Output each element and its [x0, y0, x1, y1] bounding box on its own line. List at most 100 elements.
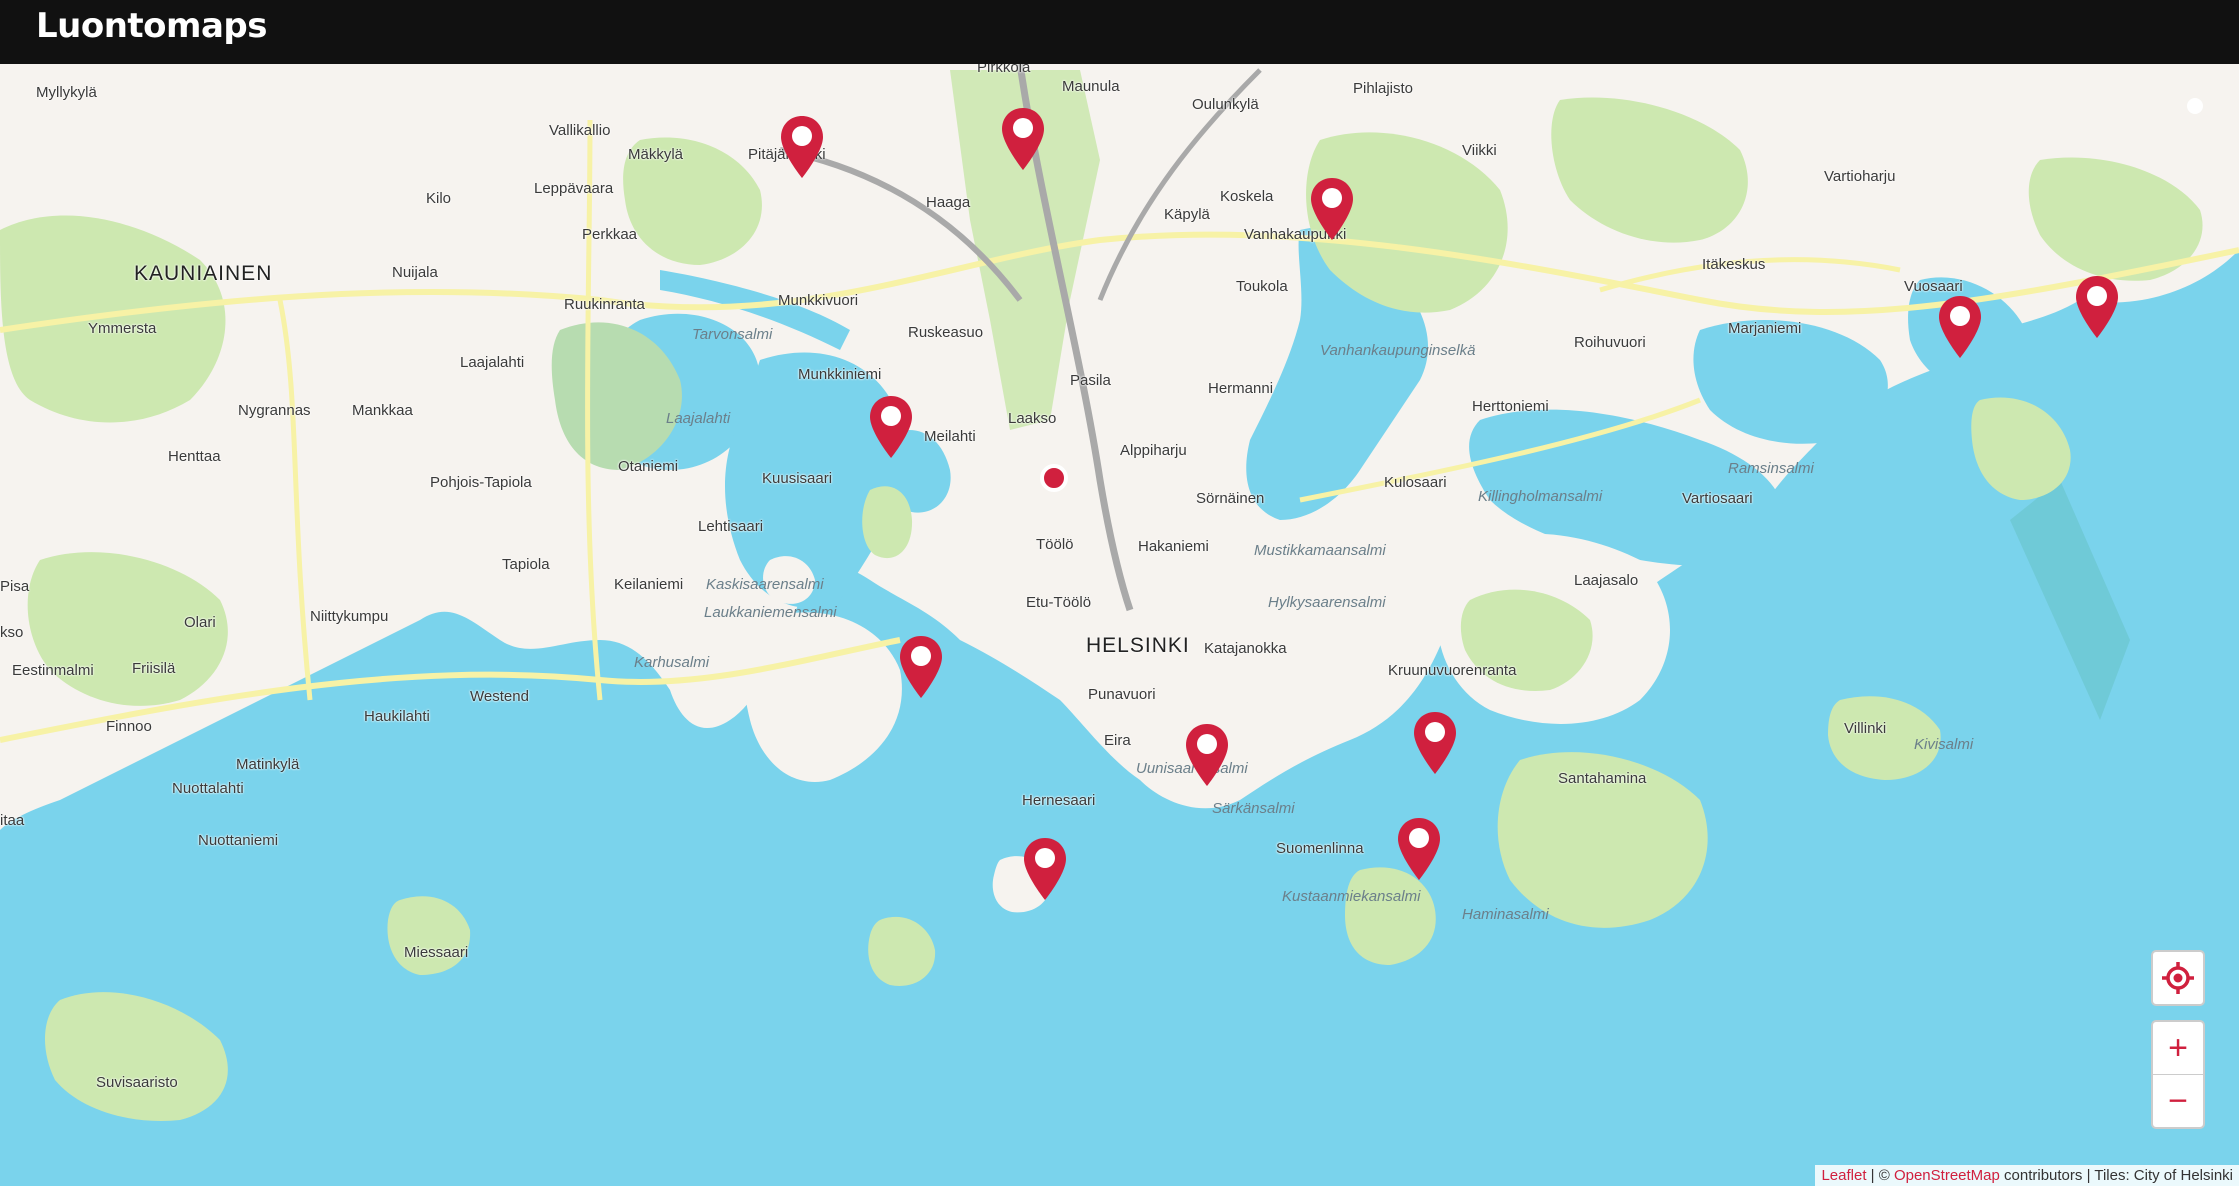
locate-button[interactable] [2153, 952, 2203, 1004]
label-haukilahti: Haukilahti [364, 708, 430, 725]
current-location-dot[interactable] [1040, 464, 1068, 492]
label-keilaniemi: Keilaniemi [614, 576, 684, 593]
label-laajalahti-district: Laajalahti [460, 354, 525, 371]
island-suomenlinna [1345, 867, 1436, 965]
label-tapiola: Tapiola [502, 556, 550, 573]
label-pasila: Pasila [1070, 372, 1111, 389]
label-makkyla: Mäkkylä [628, 146, 684, 163]
attribution-text: contributors | Tiles: City of Helsinki [1999, 1167, 2233, 1184]
crosshair-icon [2162, 962, 2194, 994]
map-marker-pin[interactable] [2074, 274, 2120, 340]
map-attribution: Leaflet | © OpenStreetMap contributors |… [1815, 1165, 2239, 1186]
label-roihuvuori: Roihuvuori [1574, 334, 1646, 351]
label-hermanni: Hermanni [1208, 380, 1274, 397]
label-vuosaari: Vuosaari [1904, 278, 1963, 295]
osm-link[interactable]: OpenStreetMap [1894, 1167, 2000, 1184]
label-friisila: Friisilä [132, 660, 176, 677]
label-toukola: Toukola [1236, 278, 1288, 295]
label-koskela: Koskela [1220, 188, 1274, 205]
label-vanhankaupunginselka: Vanhankaupunginselkä [1320, 342, 1476, 359]
island-south [868, 916, 936, 986]
label-katajanokka: Katajanokka [1204, 640, 1287, 657]
zoom-out-button[interactable]: − [2153, 1074, 2203, 1127]
label-ruskeasuo: Ruskeasuo [908, 324, 984, 341]
leaflet-link[interactable]: Leaflet [1821, 1167, 1866, 1184]
label-pirkkola: Pirkkola [977, 64, 1031, 76]
zoom-in-button[interactable]: + [2153, 1022, 2203, 1074]
label-nuottalahti: Nuottalahti [172, 780, 244, 797]
map-marker-pin[interactable] [1412, 710, 1458, 776]
label-perkkaa: Perkkaa [582, 226, 638, 243]
label-suvisaaristo: Suvisaaristo [96, 1074, 178, 1091]
app-header: Luontomaps [0, 0, 2239, 64]
label-kauniainen: KAUNIAINEN [134, 262, 273, 285]
map-marker-pin[interactable] [1000, 106, 1046, 172]
label-itaa: itaa [0, 812, 25, 829]
label-maunula: Maunula [1062, 78, 1120, 95]
label-ymmersta: Ymmersta [88, 320, 157, 337]
map-view[interactable]: Myllykylä Vallikallio Mäkkylä Pitäjänmäk… [0, 64, 2239, 1186]
label-ruukinranta: Ruukinranta [564, 296, 645, 313]
label-kustaanmiekansalmi: Kustaanmiekansalmi [1282, 888, 1421, 905]
label-oulunkyla: Oulunkylä [1192, 96, 1259, 113]
label-sornainen: Sörnäinen [1196, 490, 1265, 507]
label-pihlajisto: Pihlajisto [1353, 80, 1414, 97]
label-karhusalmi: Karhusalmi [634, 654, 710, 671]
label-niittykumpu: Niittykumpu [310, 608, 389, 625]
label-laukkaniemensalmi: Laukkaniemensalmi [704, 604, 837, 621]
label-kaskisaarensalmi: Kaskisaarensalmi [706, 576, 824, 593]
label-kuusisaari: Kuusisaari [762, 470, 833, 487]
label-nygrannas: Nygrannas [238, 402, 311, 419]
label-kivisalmi: Kivisalmi [1914, 736, 1974, 753]
label-munkkivuori: Munkkivuori [778, 292, 859, 309]
map-marker-pin[interactable] [1309, 176, 1355, 242]
label-eira: Eira [1104, 732, 1131, 749]
label-nuijala: Nuijala [392, 264, 438, 281]
map-marker-pin[interactable] [1022, 836, 1068, 902]
label-henttaa: Henttaa [168, 448, 221, 465]
label-killingholmansalmi: Killingholmansalmi [1478, 488, 1603, 505]
map-marker-pin[interactable] [868, 394, 914, 460]
label-vartioharju: Vartioharju [1824, 168, 1896, 185]
zoom-control: + − [2151, 1020, 2205, 1129]
map-marker-pin[interactable] [1396, 816, 1442, 882]
island-lauttasaari [743, 612, 902, 782]
label-eestinmalmi: Eestinmalmi [12, 662, 94, 679]
label-viikki: Viikki [1462, 142, 1497, 159]
map-marker-pin[interactable] [898, 634, 944, 700]
label-leppavaara: Leppävaara [534, 180, 614, 197]
label-kso: kso [0, 624, 24, 641]
label-itakeskus: Itäkeskus [1702, 256, 1766, 273]
label-mustikkamaansalmi: Mustikkamaansalmi [1254, 542, 1386, 559]
label-santahamina: Santahamina [1558, 770, 1647, 787]
label-munkkiniemi: Munkkiniemi [798, 366, 882, 383]
label-kulosaari: Kulosaari [1384, 474, 1447, 491]
label-matinkyla: Matinkylä [236, 756, 300, 773]
locate-control[interactable] [2151, 950, 2205, 1006]
label-vallikallio: Vallikallio [549, 122, 611, 139]
label-helsinki: HELSINKI [1086, 634, 1190, 657]
label-kapyla: Käpylä [1164, 206, 1210, 223]
label-toolo: Töölö [1036, 536, 1074, 553]
label-meilahti: Meilahti [924, 428, 976, 445]
label-villinki: Villinki [1844, 720, 1887, 737]
app-title[interactable]: Luontomaps [36, 6, 268, 46]
label-sarkansalmi: Särkänsalmi [1212, 800, 1295, 817]
map-marker-pin[interactable] [779, 114, 825, 180]
label-ramsinsalmi: Ramsinsalmi [1728, 460, 1814, 477]
map-base-tiles [0, 64, 2239, 1121]
label-westend: Westend [470, 688, 529, 705]
label-alppiharju: Alppiharju [1120, 442, 1187, 459]
label-olari: Olari [184, 614, 216, 631]
label-laajasalo: Laajasalo [1574, 572, 1639, 589]
label-finnoo: Finnoo [106, 718, 152, 735]
island-vartiosaari-east [1971, 397, 2071, 500]
label-hernesaari: Hernesaari [1022, 792, 1096, 809]
island-miessaari [387, 896, 471, 975]
label-kruunuvuorenranta: Kruunuvuorenranta [1388, 662, 1517, 679]
label-hakaniemi: Hakaniemi [1138, 538, 1209, 555]
label-nuottaniemi: Nuottaniemi [198, 832, 279, 849]
map-marker-pin[interactable] [1937, 294, 1983, 360]
label-herttoniemi: Herttoniemi [1472, 398, 1549, 415]
map-marker-pin[interactable] [1184, 722, 1230, 788]
